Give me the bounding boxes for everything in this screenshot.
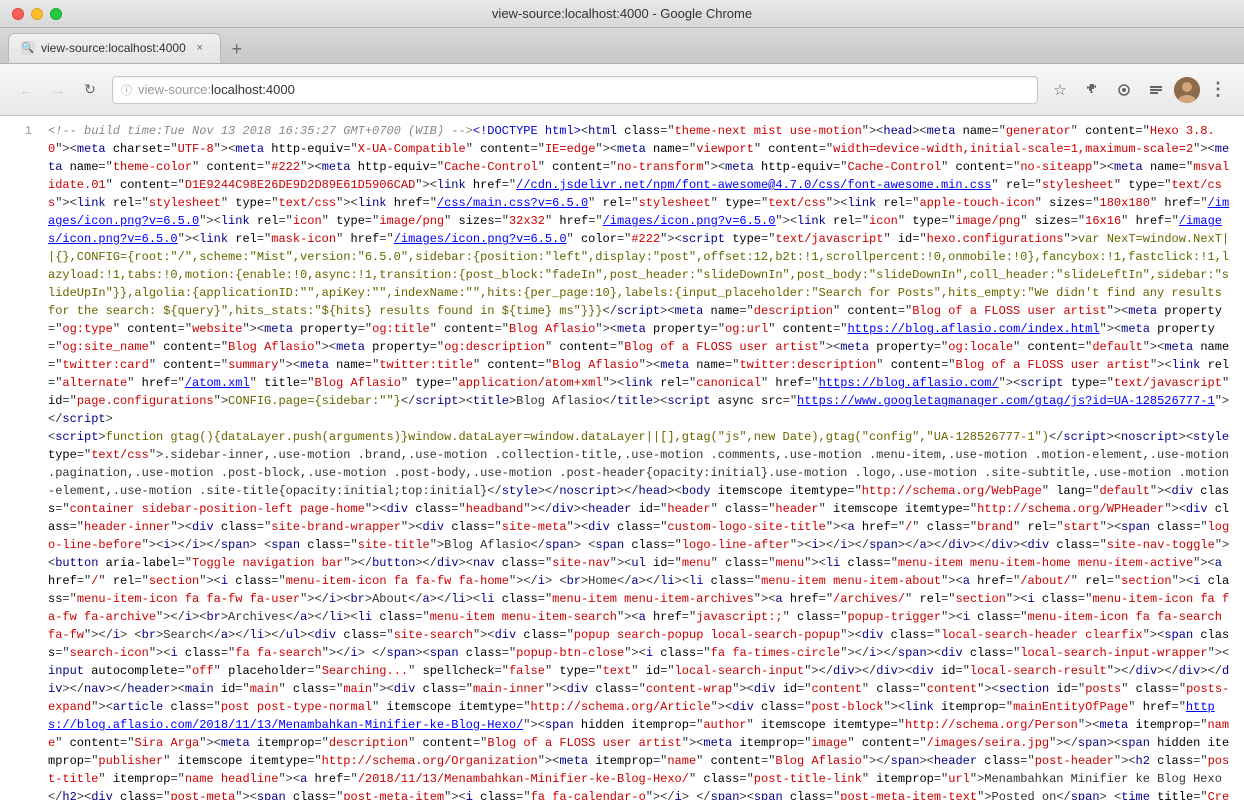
maximize-button[interactable] bbox=[50, 8, 62, 20]
forward-button[interactable]: → bbox=[44, 76, 72, 104]
menu-button[interactable]: ⋮ bbox=[1204, 76, 1232, 104]
address-text: view-source:localhost:4000 bbox=[138, 82, 1029, 97]
tab-favicon: 🔍 bbox=[21, 41, 35, 55]
lock-icon: ⓘ bbox=[121, 82, 132, 98]
bookmark-button[interactable]: ☆ bbox=[1046, 76, 1074, 104]
source-code: <!-- build time:Tue Nov 13 2018 16:35:27… bbox=[40, 116, 1244, 800]
traffic-lights bbox=[12, 8, 62, 20]
titlebar: view-source:localhost:4000 - Google Chro… bbox=[0, 0, 1244, 28]
extension-icon bbox=[1116, 82, 1132, 98]
extension1-button[interactable] bbox=[1078, 76, 1106, 104]
line-numbers: 1 bbox=[0, 116, 40, 800]
new-tab-button[interactable]: + bbox=[223, 35, 251, 63]
extension3-icon bbox=[1148, 82, 1164, 98]
avatar[interactable] bbox=[1174, 77, 1200, 103]
tab-close-button[interactable]: × bbox=[192, 40, 208, 56]
tab-title: view-source:localhost:4000 bbox=[41, 41, 186, 55]
address-bar[interactable]: ⓘ view-source:localhost:4000 bbox=[112, 76, 1038, 104]
address-host: localhost bbox=[211, 82, 262, 97]
back-button[interactable]: ← bbox=[12, 76, 40, 104]
tab-active[interactable]: 🔍 view-source:localhost:4000 × bbox=[8, 33, 221, 63]
nav-buttons: ← → ↻ bbox=[12, 76, 104, 104]
minimize-button[interactable] bbox=[31, 8, 43, 20]
close-button[interactable] bbox=[12, 8, 24, 20]
toolbar-icons: ☆ ⋮ bbox=[1046, 76, 1232, 104]
avatar-image bbox=[1174, 77, 1200, 103]
extension2-button[interactable] bbox=[1110, 76, 1138, 104]
source-view: 1 <!-- build time:Tue Nov 13 2018 16:35:… bbox=[0, 116, 1244, 800]
browser-toolbar: ← → ↻ ⓘ view-source:localhost:4000 ☆ bbox=[0, 64, 1244, 116]
tab-bar: 🔍 view-source:localhost:4000 × + bbox=[0, 28, 1244, 64]
extension3-button[interactable] bbox=[1142, 76, 1170, 104]
address-port: :4000 bbox=[262, 82, 295, 97]
puzzle-icon bbox=[1084, 82, 1100, 98]
window-title: view-source:localhost:4000 - Google Chro… bbox=[492, 6, 752, 21]
reload-button[interactable]: ↻ bbox=[76, 76, 104, 104]
address-scheme: view-source: bbox=[138, 82, 211, 97]
line-number: 1 bbox=[25, 124, 32, 138]
